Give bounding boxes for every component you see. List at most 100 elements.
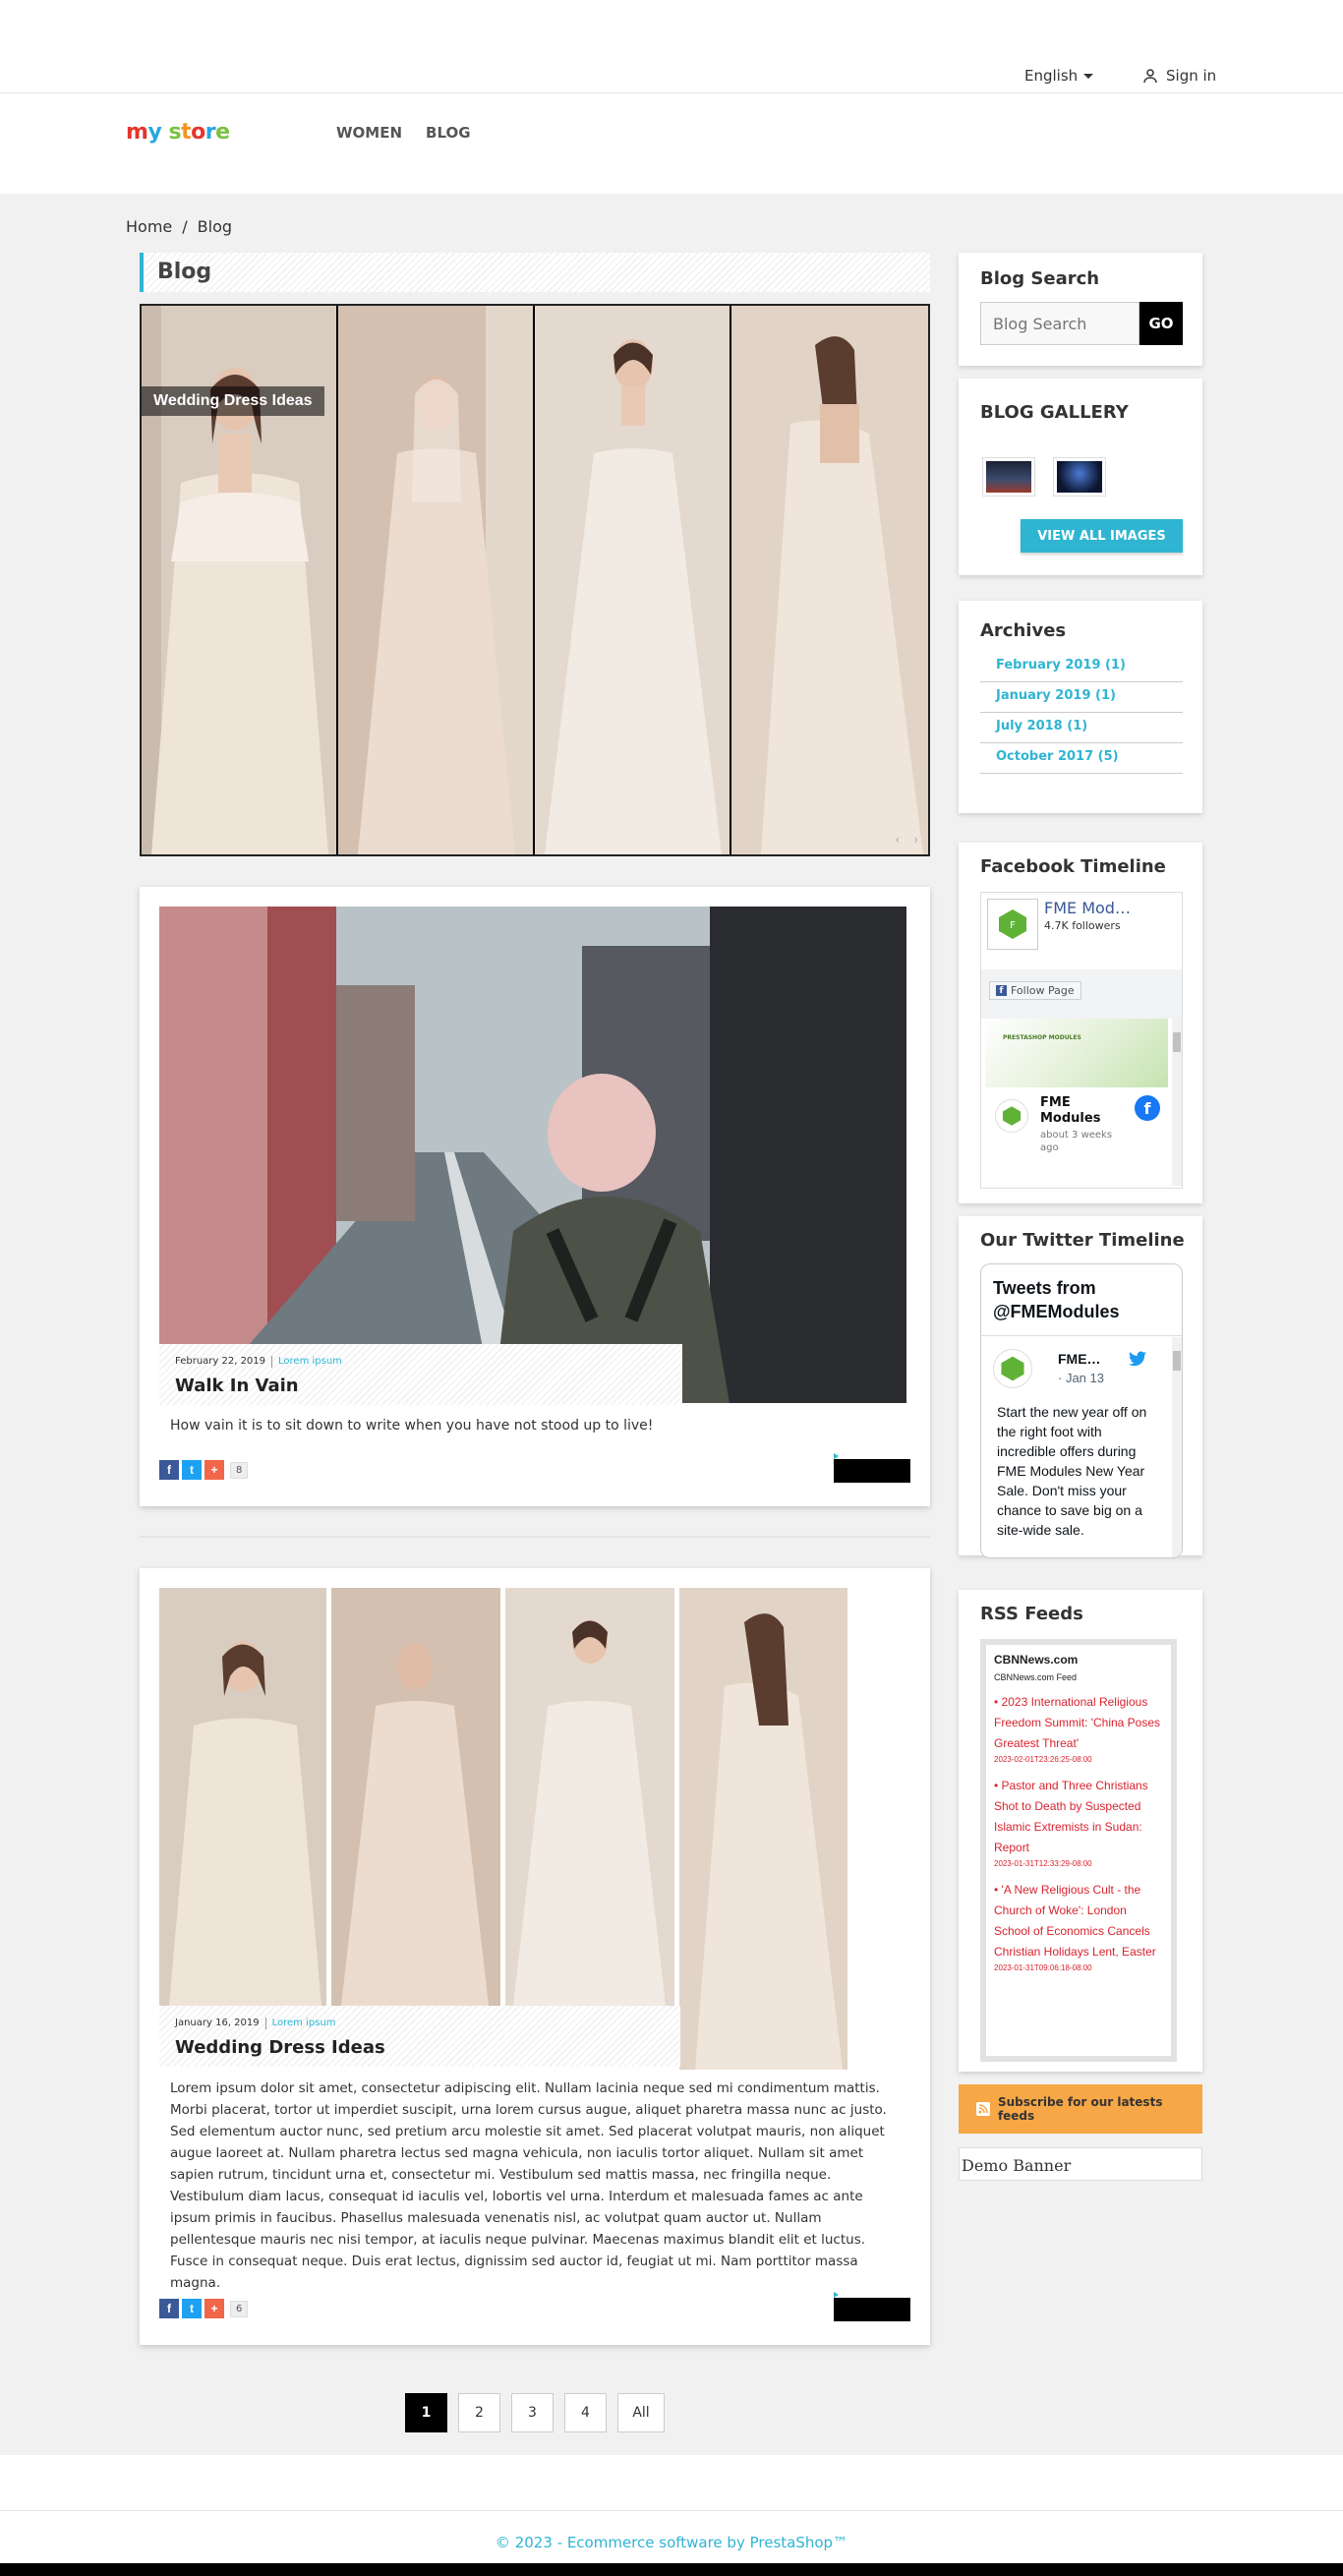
svg-text:F: F <box>1010 920 1016 931</box>
rss-source[interactable]: CBNNews.com <box>994 1653 1163 1667</box>
rss-feeds-title: RSS Feeds <box>980 1604 1083 1624</box>
sign-in-link[interactable]: Sign in <box>1142 67 1216 85</box>
facebook-share-icon[interactable]: f <box>159 1460 179 1480</box>
rss-item[interactable]: • 2023 International Religious Freedom S… <box>994 1692 1163 1754</box>
logo-letter: e <box>215 120 230 145</box>
nav-blog[interactable]: BLOG <box>426 124 471 142</box>
footer-copyright-link[interactable]: © 2023 - Ecommerce software by PrestaSho… <box>0 2534 1343 2551</box>
post-date-row: February 22, 2019 Lorem ipsum <box>175 1356 342 1368</box>
rss-widget: CBNNews.com CBNNews.com Feed • 2023 Inte… <box>980 1639 1177 2062</box>
prev-arrow-icon[interactable]: ‹ <box>895 833 900 847</box>
archives-box: Archives February 2019 (1) January 2019 … <box>959 601 1202 813</box>
subscribe-label: Subscribe for our latests feeds <box>997 2095 1163 2123</box>
post-divider <box>140 1536 930 1538</box>
slide-image-dress-2 <box>338 306 533 854</box>
logo-letter: o <box>191 120 205 145</box>
tw-header-divider <box>981 1335 1182 1336</box>
plus-share-icon[interactable]: + <box>204 1460 224 1480</box>
tw-author-avatar <box>993 1349 1032 1388</box>
logo-letter: r <box>204 120 216 145</box>
slide-caption[interactable]: Wedding Dress Ideas <box>142 386 324 416</box>
next-arrow-icon[interactable]: › <box>913 833 918 847</box>
blog-gallery-box: BLOG GALLERY VIEW ALL IMAGES <box>959 379 1202 575</box>
share-buttons: f t + 6 <box>159 2299 249 2318</box>
rss-item-date: 2023-01-31T09:06:18-08:00 <box>994 1963 1092 1972</box>
rss-feed-name: CBNNews.com Feed <box>994 1672 1078 1682</box>
blog-search-box: Blog Search GO <box>959 253 1202 366</box>
tw-author-name[interactable]: FME… <box>1058 1351 1101 1367</box>
tweet-text: Start the new year off on the right foot… <box>997 1404 1147 1538</box>
twitter-timeline-title: Our Twitter Timeline <box>980 1230 1185 1251</box>
share-count: 8 <box>230 1461 249 1479</box>
post-image-street[interactable] <box>159 907 906 1403</box>
plus-share-icon[interactable]: + <box>204 2299 224 2318</box>
store-logo[interactable]: my store <box>126 120 230 145</box>
twitter-widget[interactable]: Tweets from @FMEModules FME… · Jan 13 St… <box>980 1263 1183 1558</box>
archive-link[interactable]: July 2018 (1) <box>980 713 1183 743</box>
gallery-thumbnail[interactable] <box>1053 457 1106 497</box>
rss-item[interactable]: • Pastor and Three Christians Shot to De… <box>994 1776 1163 1858</box>
subscribe-feeds-button[interactable]: Subscribe for our latests feeds <box>959 2084 1202 2134</box>
top-bar: English Sign in <box>0 0 1343 93</box>
page-title-bar: Blog <box>140 253 930 292</box>
user-icon <box>1143 69 1157 84</box>
read-more-button[interactable] <box>834 1453 910 1483</box>
post-category-link[interactable]: Lorem ipsum <box>278 1356 342 1368</box>
post-title[interactable]: Wedding Dress Ideas <box>175 2037 385 2058</box>
slider-controls: ‹ › <box>895 833 918 847</box>
fb-scrollbar[interactable] <box>1172 1019 1182 1186</box>
read-more-button[interactable] <box>834 2292 910 2321</box>
archive-link[interactable]: October 2017 (5) <box>980 743 1183 774</box>
fb-post-author-line2: Modules <box>1040 1111 1101 1126</box>
post-title[interactable]: Walk In Vain <box>175 1376 299 1396</box>
rss-icon <box>976 2102 990 2116</box>
breadcrumb-separator: / <box>182 217 188 236</box>
logo-letter: s <box>168 120 182 145</box>
archive-link[interactable]: February 2019 (1) <box>980 652 1183 682</box>
facebook-logo-icon: f <box>1135 1095 1160 1121</box>
blog-post-card: February 22, 2019 Lorem ipsum Walk In Va… <box>140 887 930 1506</box>
page-3-button[interactable]: 3 <box>511 2393 554 2432</box>
search-go-button[interactable]: GO <box>1139 302 1183 345</box>
twitter-share-icon[interactable]: t <box>182 2299 202 2318</box>
page-2-button[interactable]: 2 <box>458 2393 500 2432</box>
rss-item-date: 2023-02-01T23:26:25-08:00 <box>994 1755 1092 1764</box>
page-1-button[interactable]: 1 <box>405 2393 447 2432</box>
archive-link[interactable]: January 2019 (1) <box>980 682 1183 713</box>
rss-feeds-box: RSS Feeds CBNNews.com CBNNews.com Feed •… <box>959 1590 1202 2072</box>
post-category-link[interactable]: Lorem ipsum <box>272 2018 336 2029</box>
rss-widget-content: CBNNews.com CBNNews.com Feed • 2023 Inte… <box>986 1645 1171 2056</box>
twitter-share-icon[interactable]: t <box>182 1460 202 1480</box>
fb-post-time: about 3 weeks ago <box>1040 1130 1113 1153</box>
twitter-widget-header: Tweets from @FMEModules <box>993 1278 1120 1321</box>
rss-item-title: 'A New Religious Cult - the Church of Wo… <box>994 1883 1156 1959</box>
fb-page-avatar: F <box>987 899 1038 950</box>
fb-page-name[interactable]: FME Mod… <box>1044 899 1131 917</box>
view-all-images-button[interactable]: VIEW ALL IMAGES <box>1021 519 1183 553</box>
gallery-thumbnail[interactable] <box>982 457 1035 497</box>
facebook-share-icon[interactable]: f <box>159 2299 179 2318</box>
fb-follow-label: Follow Page <box>1011 984 1075 997</box>
archives-title: Archives <box>980 620 1067 641</box>
blog-search-input[interactable] <box>980 302 1139 345</box>
page-4-button[interactable]: 4 <box>564 2393 607 2432</box>
page-title: Blog <box>157 260 212 284</box>
nav-women[interactable]: WOMEN <box>336 124 402 142</box>
fb-post-author[interactable]: FME Modules <box>1040 1095 1100 1127</box>
blog-slider[interactable]: Wedding Dress Ideas ‹ › <box>140 304 930 856</box>
demo-banner-image[interactable]: Demo Banner <box>959 2147 1202 2181</box>
rss-item-title: Pastor and Three Christians Shot to Deat… <box>994 1779 1148 1854</box>
breadcrumb-home[interactable]: Home <box>126 217 172 236</box>
rss-item[interactable]: • 'A New Religious Cult - the Church of … <box>994 1880 1163 1962</box>
tw-scrollbar[interactable] <box>1172 1337 1182 1557</box>
rss-item-title: 2023 International Religious Freedom Sum… <box>994 1695 1161 1750</box>
main-nav: WOMEN BLOG <box>336 124 471 142</box>
language-selector[interactable]: English <box>1024 67 1094 85</box>
post-image-wedding-dress[interactable] <box>159 1588 847 2070</box>
page-all-button[interactable]: All <box>617 2393 665 2432</box>
blog-gallery-title: BLOG GALLERY <box>980 402 1129 423</box>
fb-follow-button[interactable]: f Follow Page <box>989 981 1081 1000</box>
facebook-timeline-title: Facebook Timeline <box>980 856 1166 877</box>
fb-followers: 4.7K followers <box>1044 919 1121 932</box>
facebook-widget[interactable]: F FME Mod… 4.7K followers f Follow Page … <box>980 892 1183 1189</box>
